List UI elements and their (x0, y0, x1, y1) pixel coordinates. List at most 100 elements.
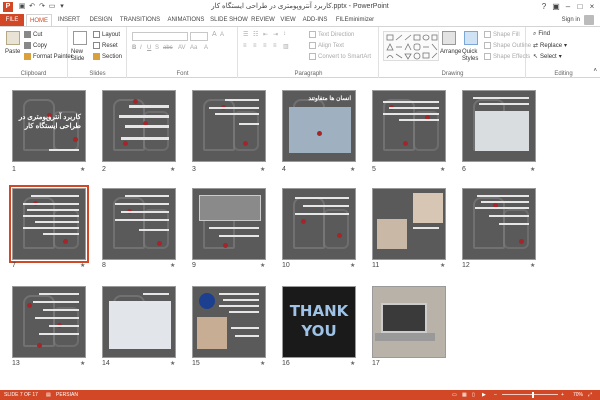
slide-thumbnail-16[interactable]: THANK YOU (282, 286, 356, 358)
slide-thumbnail-4[interactable]: انسان ها متفاوتند (282, 90, 356, 162)
quick-styles-icon[interactable] (464, 31, 478, 45)
slide-thumbnail-3[interactable] (192, 90, 266, 162)
arrange-icon[interactable] (442, 31, 456, 45)
align-center-icon[interactable]: ≡ (253, 43, 257, 49)
slide-thumbnail-6[interactable] (462, 90, 536, 162)
columns-icon[interactable]: ▥ (283, 43, 289, 50)
font-name-combo[interactable] (132, 32, 188, 41)
ribbon-display-options-icon[interactable]: ▣ (550, 1, 562, 12)
font-color-icon[interactable]: A (204, 45, 208, 51)
normal-view-icon[interactable]: ▭ (452, 390, 457, 400)
slide-thumbnail-10[interactable] (282, 188, 356, 260)
shape-outline-button[interactable]: Shape Outline (484, 42, 531, 49)
fit-to-window-icon[interactable]: ⤢ (588, 390, 592, 400)
minimize-button[interactable]: – (562, 1, 574, 12)
select-button[interactable]: ↖ Select ▾ (533, 53, 562, 60)
collapse-ribbon-icon[interactable]: ˄ (593, 68, 597, 74)
reset-icon (93, 42, 100, 49)
font-size-combo[interactable] (190, 32, 208, 41)
close-button[interactable]: × (586, 1, 598, 12)
quick-styles-button[interactable]: Quick Styles (462, 49, 484, 63)
tab-animations[interactable]: ANIMATIONS (164, 14, 208, 26)
bold-icon[interactable]: B (132, 45, 136, 51)
underline-icon[interactable]: U (147, 45, 151, 51)
slide-thumbnail-8[interactable] (102, 188, 176, 260)
section-button[interactable]: Section (93, 53, 122, 60)
layout-button[interactable]: Layout (93, 31, 120, 38)
arrange-button[interactable]: Arrange (440, 49, 461, 55)
tab-insert[interactable]: INSERT (54, 14, 84, 26)
shape-fill-button[interactable]: Shape Fill (484, 31, 520, 38)
tab-slide-show[interactable]: SLIDE SHOW (210, 14, 248, 26)
bullets-icon[interactable]: ☰ (243, 31, 248, 38)
tab-fileminimizer[interactable]: FILEminimizer (332, 14, 378, 26)
strikethrough-icon[interactable]: abc (163, 45, 173, 51)
language-status[interactable]: PERSIAN (56, 390, 78, 400)
reading-view-icon[interactable]: ▯ (472, 390, 475, 400)
decrease-indent-icon[interactable]: ⇤ (263, 31, 268, 38)
slide-text-line (383, 113, 439, 115)
slide-thumbnail-14[interactable] (102, 286, 176, 358)
align-text-button[interactable]: Align Text (309, 42, 344, 49)
slide-thumbnail-1[interactable]: کاربرد آنتروپومتری در طراحی ایستگاه کار (12, 90, 86, 162)
help-icon[interactable]: ? (538, 1, 550, 12)
tab-home[interactable]: HOME (26, 14, 52, 26)
tab-transitions[interactable]: TRANSITIONS (118, 14, 162, 26)
grow-font-icon[interactable]: A (212, 31, 217, 38)
slide-thumbnail-17[interactable] (372, 286, 446, 358)
slide-photo (197, 317, 227, 349)
slide-thumbnail-11[interactable] (372, 188, 446, 260)
slide-thumbnail-5[interactable] (372, 90, 446, 162)
zoom-slider-track[interactable] (502, 394, 558, 395)
shapes-gallery[interactable] (383, 31, 439, 61)
slide-thumbnail-9[interactable] (192, 188, 266, 260)
proofing-icon[interactable]: ▤ (46, 390, 51, 400)
slide-text-line (399, 119, 439, 121)
maximize-button[interactable]: □ (574, 1, 586, 12)
avatar[interactable] (584, 15, 594, 25)
zoom-in-icon[interactable]: + (561, 390, 564, 400)
italic-icon[interactable]: I (140, 45, 142, 51)
zoom-level[interactable]: 70% (573, 390, 583, 400)
slide-thumbnail-7[interactable] (9, 185, 89, 263)
reset-button[interactable]: Reset (93, 42, 118, 49)
slideshow-view-icon[interactable]: ▶ (482, 390, 486, 400)
tab-file[interactable]: FILE (0, 14, 24, 26)
slide-thumbnail-15[interactable] (192, 286, 266, 358)
change-case-icon[interactable]: Aa (190, 45, 197, 51)
format-painter-button[interactable]: Format Painter (24, 53, 73, 60)
new-slide-button[interactable]: New Slide (71, 49, 91, 63)
cut-button[interactable]: Cut (24, 31, 42, 38)
paste-button[interactable]: Paste (5, 49, 20, 55)
numbering-icon[interactable]: ☷ (253, 31, 258, 38)
tab-design[interactable]: DESIGN (86, 14, 116, 26)
slide-thumbnail-13[interactable] (12, 286, 86, 358)
sign-in-link[interactable]: Sign in (562, 14, 580, 26)
character-spacing-icon[interactable]: AV (178, 45, 186, 51)
shadow-icon[interactable]: S (155, 45, 159, 51)
slide-thumbnail-2[interactable] (102, 90, 176, 162)
tab-add-ins[interactable]: ADD-INS (300, 14, 330, 26)
copy-button[interactable]: Copy (24, 42, 47, 49)
increase-indent-icon[interactable]: ⇥ (273, 31, 278, 38)
convert-smartart-button[interactable]: Convert to SmartArt (309, 53, 371, 60)
slide-thumbnail-12[interactable] (462, 188, 536, 260)
slide-sorter-view-icon[interactable]: ▦ (462, 390, 467, 400)
new-slide-icon[interactable] (73, 31, 87, 45)
align-right-icon[interactable]: ≡ (263, 43, 267, 49)
find-button[interactable]: ⌕ Find (533, 31, 550, 38)
justify-icon[interactable]: ≡ (273, 43, 277, 49)
shrink-font-icon[interactable]: A (220, 32, 224, 38)
align-left-icon[interactable]: ≡ (243, 43, 247, 49)
zoom-out-icon[interactable]: – (494, 390, 497, 400)
text-direction-button[interactable]: Text Direction (309, 31, 354, 38)
tab-view[interactable]: VIEW (278, 14, 298, 26)
shape-effects-button[interactable]: Shape Effects (484, 53, 530, 60)
tab-review[interactable]: REVIEW (250, 14, 276, 26)
line-spacing-icon[interactable]: ↕ (283, 31, 286, 37)
paste-icon[interactable] (6, 31, 20, 45)
replace-button[interactable]: ⇄ Replace ▾ (533, 42, 567, 49)
laptop-screen-image (381, 303, 427, 333)
slide-text-line (215, 113, 259, 115)
zoom-slider-thumb[interactable] (532, 392, 534, 398)
